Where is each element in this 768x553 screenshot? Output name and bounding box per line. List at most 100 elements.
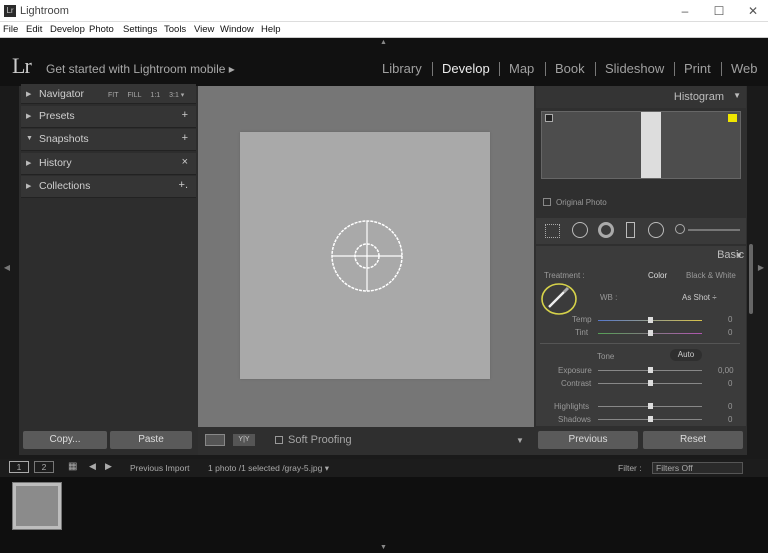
back-arrow-icon[interactable]: ◀ [89, 461, 96, 472]
add-collection-icon[interactable]: +. [179, 179, 188, 191]
wb-label: WB : [600, 293, 618, 302]
right-panel-toggle-icon[interactable]: ▶ [755, 262, 767, 274]
module-develop[interactable]: Develop [442, 61, 490, 76]
tint-label: Tint [575, 328, 589, 337]
before-after-button[interactable]: Y|Y [233, 434, 255, 446]
spot-removal-icon[interactable] [572, 222, 588, 238]
module-map[interactable]: Map [509, 61, 534, 76]
loupe-view-button[interactable] [205, 434, 225, 446]
white-balance-selector-icon[interactable] [540, 282, 578, 316]
module-library[interactable]: Library [382, 61, 422, 76]
previous-button[interactable]: Previous [538, 431, 638, 449]
navigator-zoom-options: FIT FILL 1:1 3:1 ▾ [108, 91, 191, 99]
menu-tools[interactable]: Tools [164, 24, 186, 35]
panel-toggle-bottom-icon[interactable]: ▼ [380, 544, 387, 551]
radial-filter-icon[interactable] [648, 222, 664, 238]
highlights-value[interactable]: 0 [728, 402, 732, 411]
tint-slider-knob[interactable] [648, 330, 653, 336]
histogram-header[interactable]: Histogram ▼ [536, 86, 746, 108]
right-panel-scrollbar[interactable] [749, 244, 753, 314]
left-panel-toggle-icon[interactable]: ◀ [1, 262, 13, 274]
shadow-clipping-icon[interactable] [545, 114, 553, 122]
module-separator [432, 62, 433, 76]
clear-history-icon[interactable]: × [182, 156, 188, 168]
module-separator [721, 62, 722, 76]
tint-value[interactable]: 0 [728, 328, 732, 337]
red-eye-icon[interactable] [598, 222, 614, 238]
module-separator [499, 62, 500, 76]
wb-preset-select[interactable]: As Shot ÷ [682, 293, 717, 302]
module-book[interactable]: Book [555, 61, 585, 76]
original-photo-checkbox[interactable] [543, 198, 551, 206]
grid-view-icon[interactable]: ▦ [68, 461, 77, 472]
menu-photo[interactable]: Photo [89, 24, 114, 35]
zoom-fill[interactable]: FILL [127, 92, 141, 99]
module-print[interactable]: Print [684, 61, 711, 76]
brush-slider[interactable] [688, 229, 740, 231]
zoom-3-1[interactable]: 3:1 ▾ [169, 92, 184, 99]
menu-settings[interactable]: Settings [123, 24, 157, 35]
window-2-button[interactable]: 2 [34, 461, 54, 473]
highlights-slider-knob[interactable] [648, 403, 653, 409]
window-1-button[interactable]: 1 [9, 461, 29, 473]
collapse-triangle-icon: ▼ [26, 135, 33, 142]
temp-value[interactable]: 0 [728, 315, 732, 324]
auto-tone-button[interactable]: Auto [670, 349, 702, 361]
menu-view[interactable]: View [194, 24, 214, 35]
treatment-color-option[interactable]: Color [648, 271, 667, 280]
collapse-triangle-icon: ▼ [735, 251, 743, 260]
menu-bar: File Edit Develop Photo Settings Tools V… [0, 22, 768, 38]
divider [540, 343, 740, 344]
contrast-slider-knob[interactable] [648, 380, 653, 386]
zoom-1-1[interactable]: 1:1 [150, 92, 160, 99]
photo-info[interactable]: 1 photo /1 selected /gray-5.jpg ▾ [208, 463, 329, 474]
forward-arrow-icon[interactable]: ▶ [105, 461, 112, 472]
history-panel-header[interactable]: ▶ History × [21, 153, 196, 175]
collections-panel-header[interactable]: ▶ Collections +. [21, 176, 196, 198]
copy-settings-button[interactable]: Copy... [23, 431, 107, 449]
close-button[interactable]: ✕ [744, 3, 762, 19]
menu-edit[interactable]: Edit [26, 24, 42, 35]
panel-toggle-top-icon[interactable]: ▲ [380, 39, 387, 46]
snapshots-panel-header[interactable]: ▼ Snapshots + [21, 129, 196, 151]
menu-develop[interactable]: Develop [50, 24, 85, 35]
module-separator [595, 62, 596, 76]
collapse-triangle-icon: ▼ [733, 91, 741, 100]
menu-help[interactable]: Help [261, 24, 281, 35]
highlights-label: Highlights [554, 402, 590, 411]
reset-button[interactable]: Reset [643, 431, 743, 449]
brush-icon[interactable] [675, 224, 685, 234]
filter-select[interactable]: Filters Off [652, 462, 743, 474]
zoom-fit[interactable]: FIT [108, 92, 119, 99]
shadows-value[interactable]: 0 [728, 415, 732, 424]
highlight-clipping-icon[interactable] [728, 114, 737, 122]
filter-label: Filter : [618, 463, 642, 473]
collections-label: Collections [39, 180, 91, 192]
presets-panel-header[interactable]: ▶ Presets + [21, 106, 196, 128]
collapse-triangle-icon: ▶ [26, 160, 32, 167]
exposure-value[interactable]: 0,00 [718, 366, 734, 375]
module-web[interactable]: Web [731, 61, 758, 76]
contrast-value[interactable]: 0 [728, 379, 732, 388]
toolbar-menu-icon[interactable]: ▼ [516, 436, 524, 445]
mobile-promo-link[interactable]: Get started with Lightroom mobile ▸ [46, 62, 235, 76]
menu-window[interactable]: Window [220, 24, 254, 35]
temp-slider-knob[interactable] [648, 317, 653, 323]
add-snapshot-icon[interactable]: + [182, 132, 188, 144]
source-label[interactable]: Previous Import [130, 463, 190, 473]
exposure-label: Exposure [558, 366, 592, 375]
filmstrip-bar: 1 2 ▦ ◀ ▶ Previous Import 1 photo /1 sel… [0, 459, 768, 477]
paste-settings-button[interactable]: Paste [110, 431, 192, 449]
soft-proofing-checkbox[interactable] [275, 436, 283, 444]
shadows-slider-knob[interactable] [648, 416, 653, 422]
add-preset-icon[interactable]: + [182, 109, 188, 121]
collapse-triangle-icon: ▶ [26, 113, 32, 120]
menu-file[interactable]: File [3, 24, 18, 35]
exposure-slider-knob[interactable] [648, 367, 653, 373]
graduated-filter-icon[interactable] [626, 222, 635, 238]
minimize-button[interactable]: – [676, 3, 694, 19]
treatment-bw-option[interactable]: Black & White [686, 271, 736, 280]
maximize-button[interactable]: ☐ [710, 3, 728, 19]
crop-icon[interactable] [545, 224, 560, 238]
module-slideshow[interactable]: Slideshow [605, 61, 664, 76]
